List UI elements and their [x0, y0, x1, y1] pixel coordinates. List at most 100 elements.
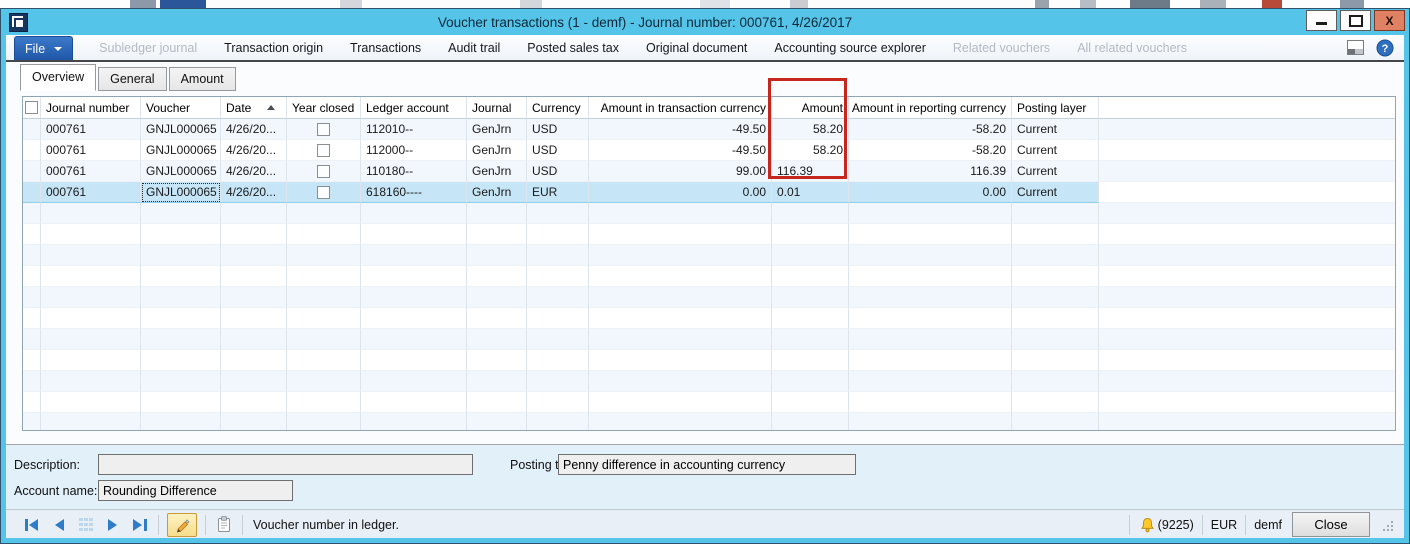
- account-name-input[interactable]: [98, 480, 293, 501]
- row-selector-cell[interactable]: [23, 140, 41, 161]
- background-fragment: [160, 0, 206, 8]
- resize-grip[interactable]: [1382, 519, 1394, 531]
- currency-cell[interactable]: USD: [527, 161, 589, 182]
- date-cell[interactable]: 4/26/20...: [221, 161, 287, 182]
- amount-cell[interactable]: 0.01: [772, 182, 849, 203]
- currency-indicator[interactable]: EUR: [1211, 518, 1237, 532]
- background-fragment: [1035, 0, 1049, 8]
- date-cell[interactable]: 4/26/20...: [221, 182, 287, 203]
- empty-cell: [527, 413, 589, 431]
- amount-cell[interactable]: 58.20: [772, 119, 849, 140]
- posting-layer-cell[interactable]: Current: [1012, 119, 1099, 140]
- column-header-journal[interactable]: Journal: [467, 97, 527, 119]
- currency-cell[interactable]: EUR: [527, 182, 589, 203]
- journal-cell[interactable]: GenJrn: [467, 140, 527, 161]
- journal-cell[interactable]: GenJrn: [467, 119, 527, 140]
- table-row-selected[interactable]: 000761 GNJL000065 4/26/20... 618160---- …: [23, 182, 1395, 203]
- amount-transaction-cell[interactable]: 99.00: [589, 161, 772, 182]
- voucher-cell[interactable]: GNJL000065: [141, 140, 221, 161]
- journal-number-cell[interactable]: 000761: [41, 119, 141, 140]
- next-record-button[interactable]: [103, 515, 123, 535]
- menu-item-audit-trail[interactable]: Audit trail: [448, 41, 500, 55]
- journal-cell[interactable]: GenJrn: [467, 182, 527, 203]
- column-header-year-closed[interactable]: Year closed: [287, 97, 361, 119]
- amount-reporting-cell[interactable]: 0.00: [849, 182, 1012, 203]
- empty-cell: [221, 308, 287, 329]
- ledger-account-cell[interactable]: 112000--: [361, 140, 467, 161]
- column-header-posting-layer[interactable]: Posting layer: [1012, 97, 1099, 119]
- column-header-amount-reporting[interactable]: Amount in reporting currency: [849, 97, 1012, 119]
- currency-cell[interactable]: USD: [527, 140, 589, 161]
- ledger-account-cell[interactable]: 112010--: [361, 119, 467, 140]
- menu-item-original-document[interactable]: Original document: [646, 41, 747, 55]
- currency-cell[interactable]: USD: [527, 119, 589, 140]
- tab-overview[interactable]: Overview: [20, 64, 96, 91]
- journal-cell[interactable]: GenJrn: [467, 161, 527, 182]
- year-closed-checkbox[interactable]: [317, 144, 330, 157]
- edit-record-button[interactable]: [167, 513, 197, 537]
- row-selector-cell[interactable]: [23, 182, 41, 203]
- notification-count[interactable]: (9225): [1158, 518, 1194, 532]
- amount-cell[interactable]: 58.20: [772, 140, 849, 161]
- description-input[interactable]: [98, 454, 473, 475]
- journal-number-cell[interactable]: 000761: [41, 182, 141, 203]
- help-icon[interactable]: ?: [1376, 39, 1394, 57]
- row-selector-cell[interactable]: [23, 161, 41, 182]
- notifications-button[interactable]: [1138, 515, 1158, 535]
- ledger-account-cell[interactable]: 110180--: [361, 161, 467, 182]
- close-button[interactable]: Close: [1292, 512, 1370, 537]
- layout-pane-icon[interactable]: [1347, 40, 1364, 55]
- table-row[interactable]: 000761 GNJL000065 4/26/20... 110180-- Ge…: [23, 161, 1395, 182]
- table-row[interactable]: 000761 GNJL000065 4/26/20... 112010-- Ge…: [23, 119, 1395, 140]
- column-header-currency[interactable]: Currency: [527, 97, 589, 119]
- posting-layer-cell[interactable]: Current: [1012, 161, 1099, 182]
- amount-cell[interactable]: 116.39: [772, 161, 849, 182]
- file-menu-button[interactable]: File: [14, 36, 73, 60]
- year-closed-checkbox[interactable]: [317, 186, 330, 199]
- amount-transaction-cell[interactable]: -49.50: [589, 140, 772, 161]
- amount-transaction-cell[interactable]: 0.00: [589, 182, 772, 203]
- year-closed-checkbox[interactable]: [317, 165, 330, 178]
- date-cell[interactable]: 4/26/20...: [221, 140, 287, 161]
- row-selector-cell[interactable]: [23, 119, 41, 140]
- previous-record-button[interactable]: [49, 515, 69, 535]
- minimize-button[interactable]: [1306, 10, 1337, 31]
- tab-general[interactable]: General: [98, 67, 166, 91]
- menu-item-transaction-origin[interactable]: Transaction origin: [224, 41, 323, 55]
- ledger-account-cell[interactable]: 618160----: [361, 182, 467, 203]
- year-closed-checkbox[interactable]: [317, 123, 330, 136]
- column-header-amount[interactable]: Amount: [772, 97, 849, 119]
- grid-view-button[interactable]: [76, 515, 96, 535]
- column-header-voucher[interactable]: Voucher: [141, 97, 221, 119]
- select-all-checkbox[interactable]: [25, 101, 38, 114]
- company-indicator[interactable]: demf: [1254, 518, 1282, 532]
- journal-number-cell[interactable]: 000761: [41, 140, 141, 161]
- amount-reporting-cell[interactable]: 116.39: [849, 161, 1012, 182]
- menu-item-accounting-source-explorer[interactable]: Accounting source explorer: [774, 41, 925, 55]
- voucher-cell[interactable]: GNJL000065: [141, 119, 221, 140]
- amount-reporting-cell[interactable]: -58.20: [849, 119, 1012, 140]
- first-record-button[interactable]: [22, 515, 42, 535]
- menu-item-transactions[interactable]: Transactions: [350, 41, 421, 55]
- posting-layer-cell[interactable]: Current: [1012, 182, 1099, 203]
- tab-amount[interactable]: Amount: [169, 67, 236, 91]
- posting-layer-cell[interactable]: Current: [1012, 140, 1099, 161]
- amount-transaction-cell[interactable]: -49.50: [589, 119, 772, 140]
- maximize-button[interactable]: [1340, 10, 1371, 31]
- column-header-date[interactable]: Date: [221, 97, 287, 119]
- voucher-cell-focused[interactable]: GNJL000065: [141, 182, 221, 203]
- journal-number-cell[interactable]: 000761: [41, 161, 141, 182]
- amount-reporting-cell[interactable]: -58.20: [849, 140, 1012, 161]
- paste-button[interactable]: [214, 515, 234, 535]
- voucher-cell[interactable]: GNJL000065: [141, 161, 221, 182]
- menu-item-posted-sales-tax[interactable]: Posted sales tax: [527, 41, 619, 55]
- empty-cell: [772, 203, 849, 224]
- column-header-ledger-account[interactable]: Ledger account: [361, 97, 467, 119]
- posting-type-input[interactable]: [558, 454, 856, 475]
- last-record-button[interactable]: [130, 515, 150, 535]
- window-close-button[interactable]: X: [1374, 10, 1405, 31]
- column-header-journal-number[interactable]: Journal number: [41, 97, 141, 119]
- table-row[interactable]: 000761 GNJL000065 4/26/20... 112000-- Ge…: [23, 140, 1395, 161]
- column-header-amount-transaction[interactable]: Amount in transaction currency: [589, 97, 772, 119]
- date-cell[interactable]: 4/26/20...: [221, 119, 287, 140]
